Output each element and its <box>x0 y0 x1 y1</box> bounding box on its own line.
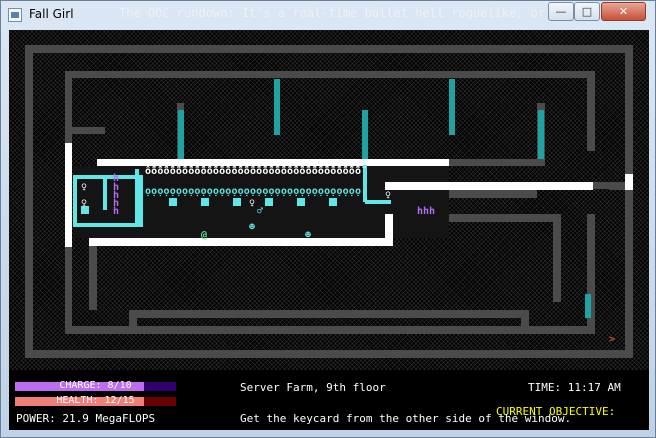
time-readout: TIME: 11:17 AM <box>528 381 621 394</box>
exit-stairs-icon: > <box>609 334 615 345</box>
robot-sprite: ♀ <box>81 198 87 209</box>
server-rack <box>362 110 368 159</box>
glass-window <box>89 238 393 246</box>
player-sprite: @ <box>201 230 207 241</box>
wall-segment <box>65 246 72 334</box>
wall-segment <box>65 326 595 334</box>
security-bot-row: ỗỗỗỗỗỗỗỗỗỗỗỗỗỗỗỗỗỗỗỗỗỗỗỗỗỗỗỗỗỗỗỗỗỗỗ <box>145 165 366 177</box>
cyan-block <box>297 198 305 206</box>
wall-segment <box>25 350 633 358</box>
minimize-button[interactable]: — <box>548 2 574 21</box>
robot-sprite: ♀ <box>249 198 255 209</box>
close-button[interactable]: ✕ <box>601 2 646 21</box>
server-rack <box>274 79 280 135</box>
wall-segment <box>25 45 633 53</box>
level-map: ỗỗỗỗỗỗỗỗỗỗỗỗỗỗỗỗỗỗỗỗỗỗỗỗỗỗỗỗỗỗỗỗỗỗỗ ọọọọ… <box>9 30 649 370</box>
wall-segment <box>89 246 97 310</box>
wall-segment <box>25 45 33 358</box>
server-rack <box>449 79 455 135</box>
health-label: HEALTH: 12/15 <box>56 395 135 406</box>
cyan-block <box>265 198 273 206</box>
glass-window <box>97 159 449 166</box>
cyan-block <box>169 198 177 206</box>
wall-segment <box>129 310 529 318</box>
health-bar: HEALTH: 12/15 <box>15 395 176 406</box>
maximize-button[interactable]: □ <box>574 2 600 21</box>
wall-segment <box>587 71 595 151</box>
glass-window <box>385 182 593 190</box>
title-ghost-text: The OOC rundown: It's a real-time bullet… <box>119 6 611 20</box>
app-icon <box>8 8 22 22</box>
wall-segment <box>625 45 633 358</box>
hud-panel: CHARGE: 8/10 HEALTH: 12/15 POWER: 21.9 M… <box>9 370 649 430</box>
cyan-block <box>201 198 209 206</box>
robot-sprite: ♀ <box>385 190 391 201</box>
purple-enemy-column: h h h h h <box>113 173 119 217</box>
wall-segment <box>553 214 561 302</box>
charge-bar: CHARGE: 8/10 <box>15 380 176 391</box>
objective-text: Get the keycard from the other side of t… <box>240 412 572 425</box>
server-rack <box>538 110 544 159</box>
charge-label: CHARGE: 8/10 <box>59 380 132 391</box>
cyan-block <box>233 198 241 206</box>
game-canvas[interactable]: ỗỗỗỗỗỗỗỗỗỗỗỗỗỗỗỗỗỗỗỗỗỗỗỗỗỗỗỗỗỗỗỗỗỗỗ ọọọọ… <box>9 30 649 430</box>
keycard-icon: ♂ <box>257 206 264 217</box>
laser-beam-row: ọọọọọọọọọọọọọọọọọọọọọọọọọọọọọọọọọọọ <box>145 186 361 197</box>
glass-window <box>625 174 633 190</box>
server-rack <box>585 294 591 318</box>
wall-segment <box>609 182 625 190</box>
face-icon: ☻ <box>305 230 312 241</box>
power-readout: POWER: 21.9 MegaFLOPS <box>16 412 156 425</box>
window-title: Fall Girl <box>29 7 74 21</box>
level-map-svg: ỗỗỗỗỗỗỗỗỗỗỗỗỗỗỗỗỗỗỗỗỗỗỗỗỗỗỗỗỗỗỗỗỗỗỗ ọọọọ… <box>25 45 633 358</box>
wall-segment <box>449 159 545 166</box>
wall-segment <box>65 127 105 134</box>
server-rack <box>178 110 184 159</box>
game-window: Fall Girl The OOC rundown: It's a real-t… <box>0 0 656 438</box>
purple-enemy: h <box>113 206 119 217</box>
glass-window <box>65 143 72 247</box>
wall-segment <box>65 71 595 78</box>
glass-window <box>385 214 393 246</box>
cyan-block <box>329 198 337 206</box>
purple-enemy-group: hhh <box>417 206 435 217</box>
location-label: Server Farm, 9th floor <box>240 381 386 394</box>
face-icon: ☻ <box>249 222 256 233</box>
title-bar[interactable]: Fall Girl The OOC rundown: It's a real-t… <box>1 1 655 29</box>
robot-sprite: ♀ <box>81 182 87 193</box>
